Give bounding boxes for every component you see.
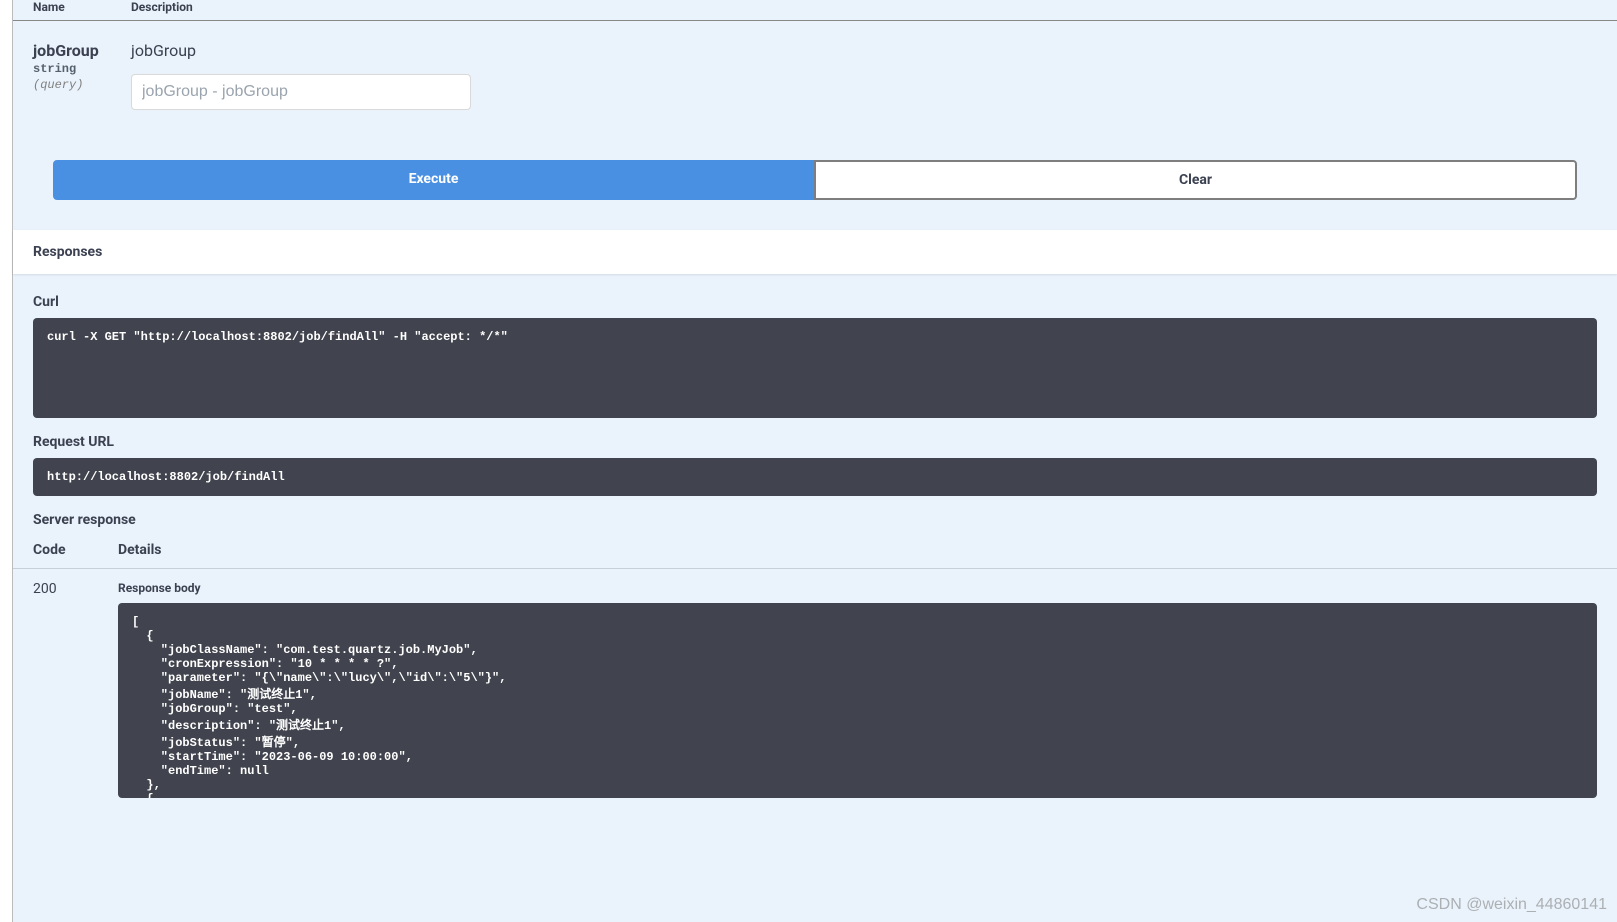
param-location: (query): [33, 78, 131, 92]
curl-label: Curl: [33, 294, 1597, 310]
responses-heading: Responses: [33, 244, 1597, 260]
param-type: string: [33, 60, 131, 78]
column-header-details: Details: [118, 542, 162, 558]
param-row: jobGroup string (query) jobGroup: [13, 31, 1617, 140]
server-response-label: Server response: [13, 512, 1617, 528]
request-url-block[interactable]: http://localhost:8802/job/findAll: [33, 458, 1597, 496]
param-name: jobGroup: [33, 41, 131, 60]
response-details-cell: Response body [ { "jobClassName": "com.t…: [118, 581, 1597, 798]
column-header-name: Name: [33, 0, 131, 20]
execute-button[interactable]: Execute: [53, 160, 814, 200]
response-table-header: Code Details: [13, 542, 1617, 569]
response-body-block[interactable]: [ { "jobClassName": "com.test.quartz.job…: [118, 603, 1597, 798]
responses-section-header: Responses: [13, 230, 1617, 274]
curl-command-block[interactable]: curl -X GET "http://localhost:8802/job/f…: [33, 318, 1597, 418]
param-description: jobGroup: [131, 41, 1597, 60]
param-value-input[interactable]: [131, 74, 471, 110]
params-table-header: Name Description: [13, 0, 1617, 21]
response-row: 200 Response body [ { "jobClassName": "c…: [13, 581, 1617, 798]
column-header-code: Code: [33, 542, 118, 558]
param-name-cell: jobGroup string (query): [33, 41, 131, 110]
action-buttons-row: Execute Clear: [13, 140, 1617, 230]
swagger-panel: Name Description jobGroup string (query)…: [12, 0, 1617, 922]
clear-button[interactable]: Clear: [814, 160, 1577, 200]
param-description-cell: jobGroup: [131, 41, 1597, 110]
request-url-label: Request URL: [33, 434, 1597, 450]
curl-section: Curl curl -X GET "http://localhost:8802/…: [13, 274, 1617, 496]
column-header-description: Description: [131, 0, 193, 20]
response-status-code: 200: [33, 581, 118, 798]
response-body-label: Response body: [118, 581, 1597, 595]
